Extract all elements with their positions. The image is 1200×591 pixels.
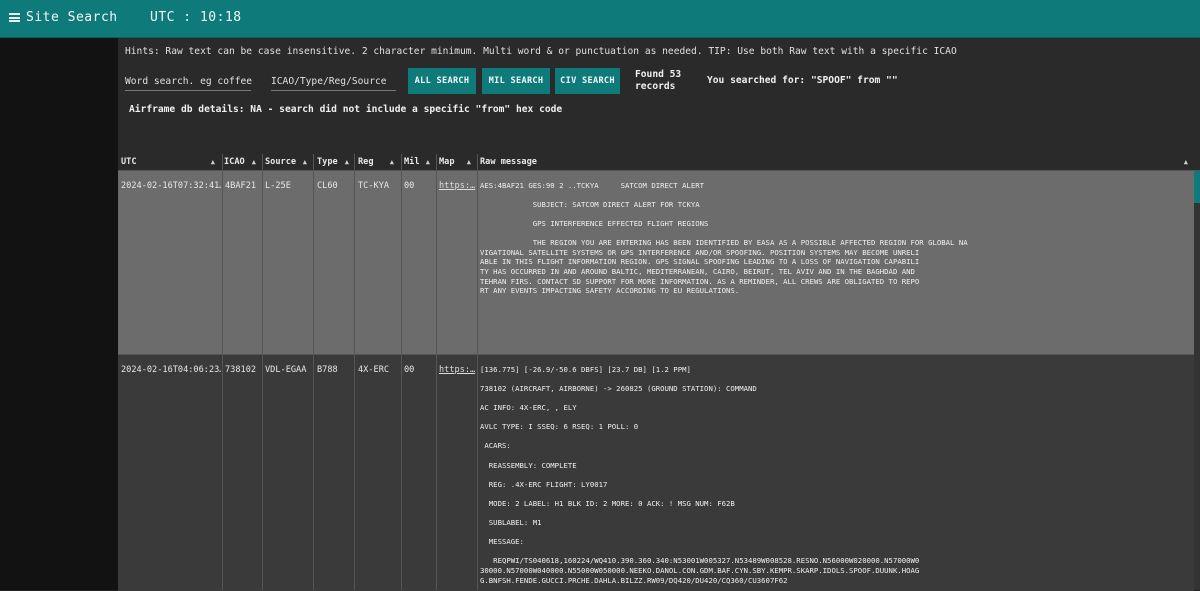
column-header-icao[interactable]: ICAO ▲ [224,154,260,170]
records-found-label: records [635,81,676,92]
cell-type: B788 [317,365,338,375]
raw-message: AES:4BAF21 GES:90 2 ..TCKYA SATCOM DIREC… [480,180,968,296]
column-header-source[interactable]: Source ▲ [265,154,311,170]
word-search-input[interactable]: Word search. eg coffee [125,76,252,91]
cell-type: CL60 [317,181,338,191]
cell-icao: 738102 [225,365,257,375]
hamburger-icon[interactable] [9,13,20,22]
column-divider [313,154,314,590]
cell-source: L-25E [265,181,291,191]
column-divider [354,154,355,590]
sort-arrow-icon: ▲ [389,158,394,166]
sort-arrow-icon: ▲ [344,158,349,166]
airframe-details: Airframe db details: NA - search did not… [129,104,563,115]
map-link[interactable]: https:… [439,181,477,191]
cell-mil: 00 [404,365,415,375]
utc-clock: UTC : 10:18 [150,10,242,25]
cell-reg: 4X-ERC [358,365,390,375]
icao-type-reg-source-input[interactable]: ICAO/Type/Reg/Source [271,76,396,91]
records-found-count: Found 53 [635,69,682,80]
column-header-reg[interactable]: Reg ▲ [358,154,398,170]
results-table: UTC ▲ ICAO ▲ Source ▲ Type ▲ Reg ▲ Mil ▲ Map ▲ … [118,154,1200,591]
all-search-button[interactable]: ALL SEARCH [408,68,476,94]
cell-utc: 2024-02-16T04:06:23… [121,365,221,375]
cell-mil: 00 [404,181,415,191]
cell-utc: 2024-02-16T07:32:41… [121,181,221,191]
table-row[interactable]: 2024-02-16T04:06:23… 738102 VDL-EGAA B78… [118,354,1194,591]
raw-message: [136.775] [-26.9/-50.6 DBFS] [23.7 DB] [… [480,364,920,585]
map-link[interactable]: https:… [439,365,477,375]
column-header-mil[interactable]: Mil ▲ [404,154,434,170]
column-header-utc[interactable]: UTC ▲ [121,154,219,170]
column-divider [401,154,402,590]
scrollbar-thumb[interactable] [1194,171,1200,203]
column-header-raw-message[interactable]: Raw message ▲ [480,154,1192,170]
civ-search-button[interactable]: CIV SEARCH [555,68,620,94]
left-pane [0,38,118,590]
column-divider [222,154,223,590]
app-title: Site Search [26,10,118,25]
sort-arrow-icon: ▲ [1183,158,1188,166]
cell-reg: TC-KYA [358,181,390,191]
table-header: UTC ▲ ICAO ▲ Source ▲ Type ▲ Reg ▲ Mil ▲ Map ▲ … [118,154,1200,171]
sort-arrow-icon: ▲ [210,158,215,166]
mil-search-button[interactable]: MIL SEARCH [482,68,550,94]
table-row[interactable]: 2024-02-16T07:32:41… 4BAF21 L-25E CL60 T… [118,171,1194,354]
sort-arrow-icon: ▲ [466,158,471,166]
column-header-type[interactable]: Type ▲ [317,154,353,170]
search-hints: Hints: Raw text can be case insensitive.… [125,46,957,57]
column-divider [262,154,263,590]
search-summary: You searched for: "SPOOF" from "" [707,75,898,86]
table-scrollbar[interactable] [1194,171,1200,590]
records-found: Found 53 records [635,69,681,93]
top-bar: Site Search UTC : 10:18 [0,0,1200,38]
column-divider [436,154,437,590]
column-divider [477,154,478,590]
sort-arrow-icon: ▲ [302,158,307,166]
column-header-map[interactable]: Map ▲ [439,154,475,170]
cell-source: VDL-EGAA [265,365,307,375]
sort-arrow-icon: ▲ [251,158,256,166]
cell-icao: 4BAF21 [225,181,257,191]
sort-arrow-icon: ▲ [425,158,430,166]
